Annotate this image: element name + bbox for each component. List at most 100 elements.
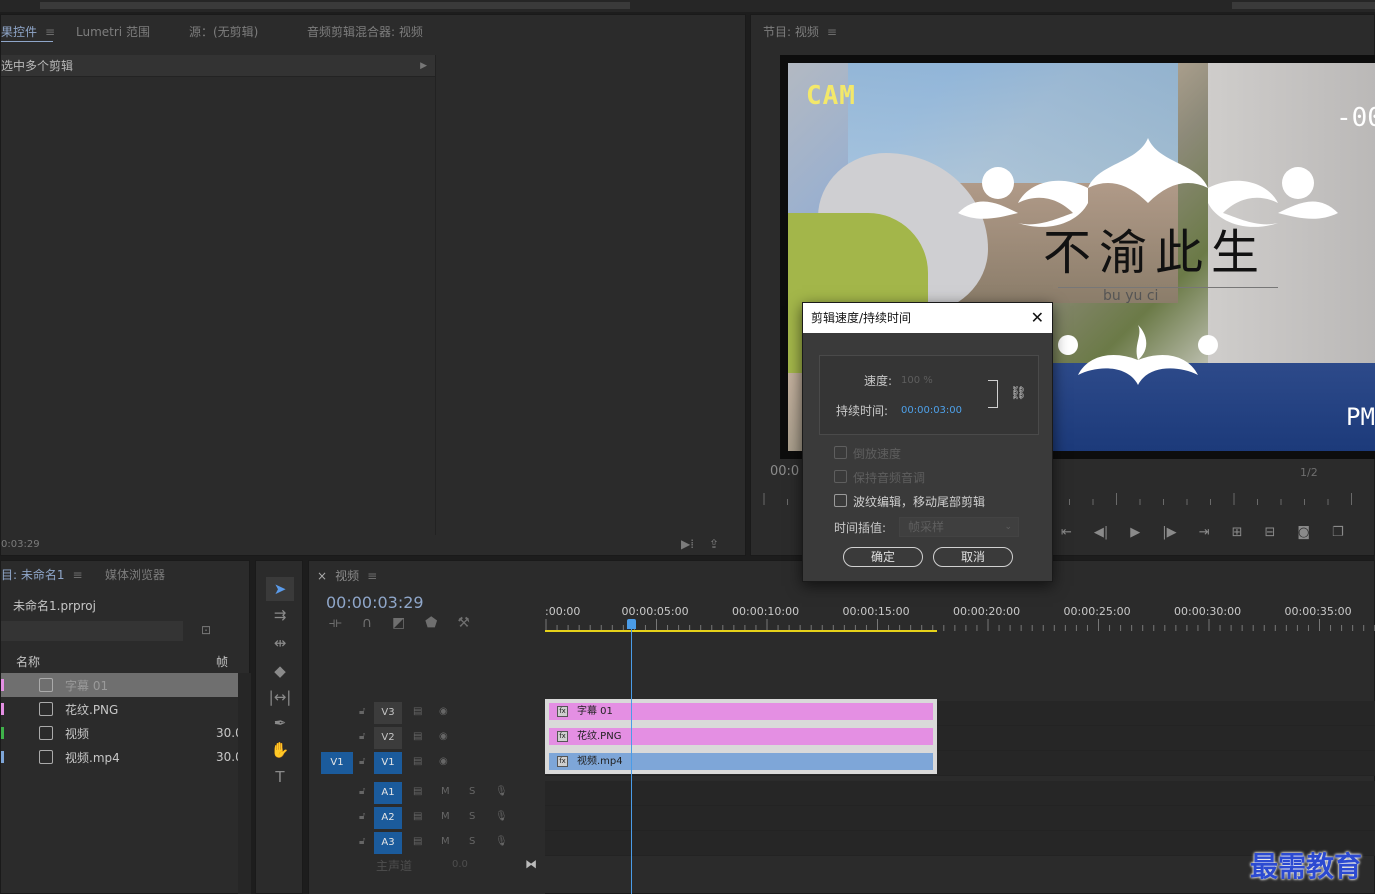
program-timecode[interactable]: 00:0: [770, 464, 799, 479]
selection-tool-icon[interactable]: ➤: [266, 577, 294, 601]
pen-tool-icon[interactable]: ✒: [266, 711, 294, 735]
type-tool-icon[interactable]: T: [266, 765, 294, 789]
track-name[interactable]: A2: [374, 807, 402, 829]
go-to-in-icon[interactable]: ⇤: [1061, 525, 1072, 540]
tab-audio-clip-mixer[interactable]: 音频剪辑混合器: 视频: [307, 23, 423, 40]
razor-tool-icon[interactable]: ◆: [266, 659, 294, 683]
track-name[interactable]: V1: [374, 752, 402, 774]
new-search-bin-icon[interactable]: ⊡: [201, 623, 211, 637]
lock-icon[interactable]: 🔓︎: [359, 706, 365, 717]
microphone-icon[interactable]: 🎙︎: [495, 811, 508, 822]
tab-timeline-sequence[interactable]: × 视频 ≡: [317, 567, 377, 584]
option-checkbox[interactable]: [834, 494, 847, 507]
tab-project[interactable]: 目: 未命名1 ≡: [1, 566, 83, 583]
tab-effect-controls[interactable]: 果控件 ≡: [1, 23, 55, 40]
project-item-row[interactable]: 字幕 01: [1, 673, 238, 697]
hand-tool-icon[interactable]: ✋: [266, 738, 294, 762]
track-lane-a2[interactable]: [545, 806, 1375, 831]
mute-button[interactable]: M: [441, 786, 450, 797]
eye-icon[interactable]: ◉: [439, 756, 448, 767]
sync-lock-icon[interactable]: ▤: [413, 836, 422, 847]
timeline-timecode[interactable]: 00:00:03:29: [326, 593, 424, 612]
work-area-bar[interactable]: [545, 630, 937, 632]
mute-button[interactable]: M: [441, 836, 450, 847]
sync-lock-icon[interactable]: ▤: [413, 786, 422, 797]
project-item-row[interactable]: 视频 30.0: [1, 721, 243, 745]
ok-button[interactable]: 确定: [843, 547, 923, 567]
linked-selection-icon[interactable]: ◩: [392, 615, 405, 631]
sync-lock-icon[interactable]: ▤: [413, 731, 422, 742]
expand-arrow-icon[interactable]: ▶: [420, 55, 427, 77]
label-color-chip[interactable]: [1, 727, 4, 739]
extract-icon[interactable]: ⊟: [1265, 525, 1276, 540]
close-icon[interactable]: ✕: [1031, 303, 1044, 333]
lock-icon[interactable]: 🔓︎: [359, 836, 365, 847]
eye-icon[interactable]: ◉: [439, 706, 448, 717]
tab-media-browser[interactable]: 媒体浏览器: [105, 566, 165, 583]
playhead-line[interactable]: [631, 623, 632, 894]
label-color-chip[interactable]: [1, 703, 4, 715]
solo-button[interactable]: S: [469, 811, 475, 822]
snap-magnet-icon[interactable]: ∩: [362, 615, 372, 631]
track-name[interactable]: A3: [374, 832, 402, 854]
track-select-tool-icon[interactable]: ⇉: [266, 603, 294, 627]
cancel-button[interactable]: 取消: [933, 547, 1013, 567]
project-item-row[interactable]: 花纹.PNG: [1, 697, 238, 721]
compare-icon[interactable]: ❐: [1332, 525, 1344, 540]
column-name-header[interactable]: 名称: [16, 653, 40, 670]
microphone-icon[interactable]: 🎙︎: [495, 786, 508, 797]
step-forward-icon[interactable]: |▶: [1162, 525, 1176, 540]
sync-lock-icon[interactable]: ▤: [413, 706, 422, 717]
lock-icon[interactable]: 🔓︎: [359, 811, 365, 822]
track-name[interactable]: A1: [374, 782, 402, 804]
go-to-out-icon[interactable]: ⇥: [1199, 525, 1210, 540]
wrench-icon[interactable]: ⚒: [457, 615, 470, 631]
lock-icon[interactable]: 🔓︎: [359, 786, 365, 797]
master-track-value[interactable]: 0.0: [452, 859, 468, 870]
top-scroll-thumb[interactable]: [40, 2, 630, 9]
timeline-clip[interactable]: fx 字幕 01: [549, 703, 933, 720]
speed-value[interactable]: 100 %: [901, 375, 933, 386]
play-icon[interactable]: ▶: [1130, 525, 1140, 540]
eye-icon[interactable]: ◉: [439, 731, 448, 742]
label-color-chip[interactable]: [1, 679, 4, 691]
camera-icon[interactable]: ◙: [1297, 525, 1310, 540]
lift-icon[interactable]: ⊞: [1232, 525, 1243, 540]
project-scrollbar[interactable]: [238, 673, 251, 894]
playback-resolution[interactable]: 1/2: [1300, 466, 1318, 479]
close-tab-icon[interactable]: ×: [317, 569, 327, 583]
track-lane-a1[interactable]: [545, 781, 1375, 806]
nest-icon[interactable]: ⟛: [329, 615, 342, 631]
top-scroll-thumb-right[interactable]: [1232, 2, 1375, 9]
track-name[interactable]: V2: [374, 727, 402, 749]
panel-menu-icon[interactable]: ≡: [367, 569, 377, 583]
step-back-icon[interactable]: ◀|: [1094, 525, 1108, 540]
fx-badge-icon[interactable]: fx: [557, 706, 568, 717]
mute-button[interactable]: M: [441, 811, 450, 822]
timeline-clip[interactable]: fx 视频.mp4: [549, 753, 933, 770]
solo-button[interactable]: S: [469, 786, 475, 797]
chain-link-icon[interactable]: ⛓: [1010, 386, 1027, 401]
ripple-edit-tool-icon[interactable]: ⇹: [266, 631, 294, 655]
pane-divider[interactable]: [435, 55, 436, 535]
label-color-chip[interactable]: [1, 751, 4, 763]
source-patch-v1[interactable]: V1: [321, 752, 353, 774]
fx-badge-icon[interactable]: fx: [557, 756, 568, 767]
timeline-ruler[interactable]: :00:00 00:00:05:00 00:00:10:00 00:00:15:00 0…: [545, 597, 1375, 633]
lock-icon[interactable]: 🔓︎: [359, 731, 365, 742]
solo-button[interactable]: S: [469, 836, 475, 847]
panel-menu-icon[interactable]: ≡: [45, 25, 55, 39]
panel-menu-icon[interactable]: ≡: [827, 25, 837, 39]
tab-lumetri-scopes[interactable]: Lumetri 范围: [76, 23, 150, 40]
microphone-icon[interactable]: 🎙︎: [495, 836, 508, 847]
project-search-input[interactable]: [1, 621, 183, 641]
time-interpolation-select[interactable]: 帧采样 ⌄: [899, 517, 1019, 537]
go-to-end-icon[interactable]: ⧓: [525, 857, 537, 871]
panel-menu-icon[interactable]: ≡: [73, 568, 83, 582]
tab-source[interactable]: 源：(无剪辑): [189, 23, 258, 40]
track-name[interactable]: V3: [374, 702, 402, 724]
lock-icon[interactable]: 🔓︎: [359, 756, 365, 767]
sync-lock-icon[interactable]: ▤: [413, 811, 422, 822]
slip-tool-icon[interactable]: |↔|: [266, 685, 294, 709]
dialog-titlebar[interactable]: 剪辑速度/持续时间: [803, 303, 1052, 333]
